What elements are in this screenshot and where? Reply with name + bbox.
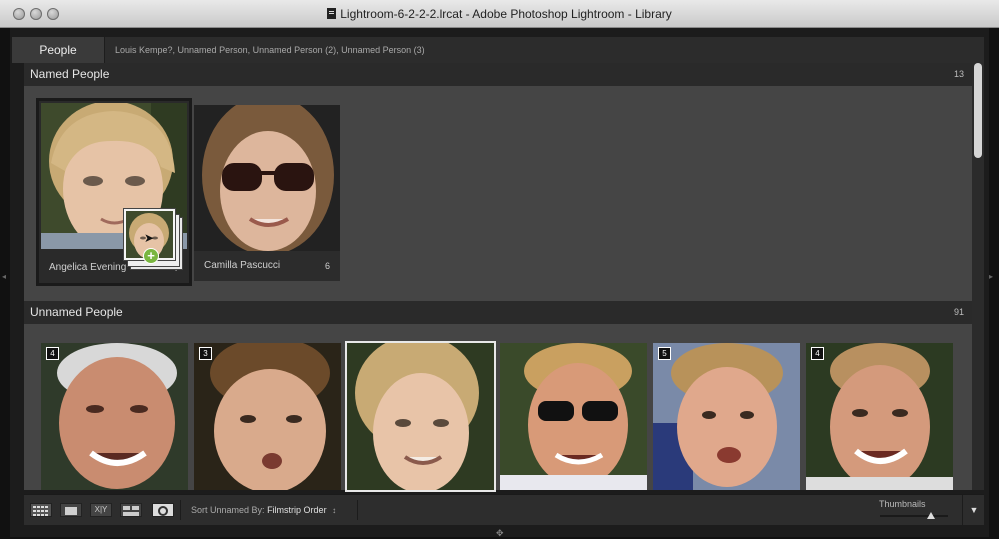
face-thumbnail (347, 343, 494, 490)
compare-view-icon: X|Y (94, 505, 108, 514)
named-people-bar[interactable]: Named People 13 (24, 63, 972, 86)
thumbnails-label: Thumbnails (879, 499, 926, 509)
loupe-view-button[interactable] (60, 503, 82, 517)
section-title: Named People (30, 67, 110, 81)
person-name: Camilla Pascucci (204, 260, 281, 271)
filmstrip-toggle-icon[interactable]: ✥ (496, 528, 504, 539)
slider-knob[interactable] (927, 512, 935, 519)
window-title: Lightroom-6-2-2-2.lrcat - Adobe Photosho… (0, 7, 999, 21)
breadcrumb: Louis Kempe?, Unnamed Person, Unnamed Pe… (115, 45, 425, 55)
people-view-button[interactable] (152, 503, 174, 517)
sort-dropdown[interactable]: Filmstrip Order (267, 505, 327, 515)
unnamed-face-card[interactable]: 3 (194, 343, 341, 490)
face-thumbnail (194, 343, 341, 490)
face-thumbnail (194, 105, 340, 251)
grid-view-button[interactable] (30, 503, 52, 517)
chevron-down-icon: ▼ (969, 505, 979, 515)
thumbnail-size-slider[interactable] (880, 512, 948, 519)
face-thumbnail (500, 343, 647, 490)
toolbar-menu-button[interactable]: ▼ (962, 495, 985, 525)
sort-label: Sort Unnamed By: (191, 505, 265, 515)
left-panel-toggle-icon[interactable]: ◂ (2, 272, 6, 281)
unnamed-face-card[interactable] (500, 343, 647, 490)
survey-view-icon (123, 506, 139, 516)
section-count: 13 (953, 69, 964, 79)
unnamed-people-bar[interactable]: Unnamed People 91 (24, 301, 972, 324)
people-view-icon (158, 506, 168, 516)
face-thumbnail (653, 343, 800, 490)
face-thumbnail (806, 343, 953, 490)
unnamed-face-card[interactable]: 5 (653, 343, 800, 490)
grid-view-icon (33, 506, 48, 516)
compare-view-button[interactable]: X|Y (90, 503, 112, 517)
unnamed-face-card[interactable]: 4 (806, 343, 953, 490)
content-scrollbar[interactable] (972, 63, 984, 490)
people-header: People Louis Kempe?, Unnamed Person, Unn… (12, 37, 984, 63)
window-titlebar: Lightroom-6-2-2-2.lrcat - Adobe Photosho… (0, 0, 999, 28)
sort-caret-icon: ↕ (332, 506, 337, 515)
scrollbar-thumb[interactable] (974, 63, 982, 158)
named-person-card[interactable]: Angelica Evening 7 ➤ + (39, 101, 189, 283)
add-plus-icon: + (143, 248, 159, 264)
survey-view-button[interactable] (120, 503, 142, 517)
named-person-card[interactable]: Camilla Pascucci 6 (194, 105, 340, 281)
face-count-badge: 4 (46, 347, 59, 360)
person-count: 6 (324, 261, 330, 271)
face-count-badge: 3 (199, 347, 212, 360)
person-name: Angelica Evening (49, 262, 127, 273)
bottom-toolbar: X|Y Sort Unnamed By: Filmstrip Order ↕ T… (24, 494, 984, 525)
face-count-badge: 4 (811, 347, 824, 360)
sort-control[interactable]: Sort Unnamed By: Filmstrip Order ↕ (191, 495, 336, 526)
face-count-badge: 5 (658, 347, 671, 360)
unnamed-face-card-selected[interactable] (345, 341, 496, 492)
cursor-arrow-icon: ➤ (144, 231, 155, 245)
toolbar-divider (180, 500, 181, 520)
toolbar-divider (357, 500, 358, 520)
document-icon (327, 8, 337, 19)
loupe-view-icon (65, 507, 77, 515)
section-count: 91 (953, 307, 964, 317)
right-panel-toggle-icon[interactable]: ▸ (989, 272, 993, 281)
people-tab[interactable]: People (12, 37, 105, 63)
section-title: Unnamed People (30, 305, 123, 319)
face-thumbnail (41, 343, 188, 490)
unnamed-face-card[interactable]: 4 (41, 343, 188, 490)
